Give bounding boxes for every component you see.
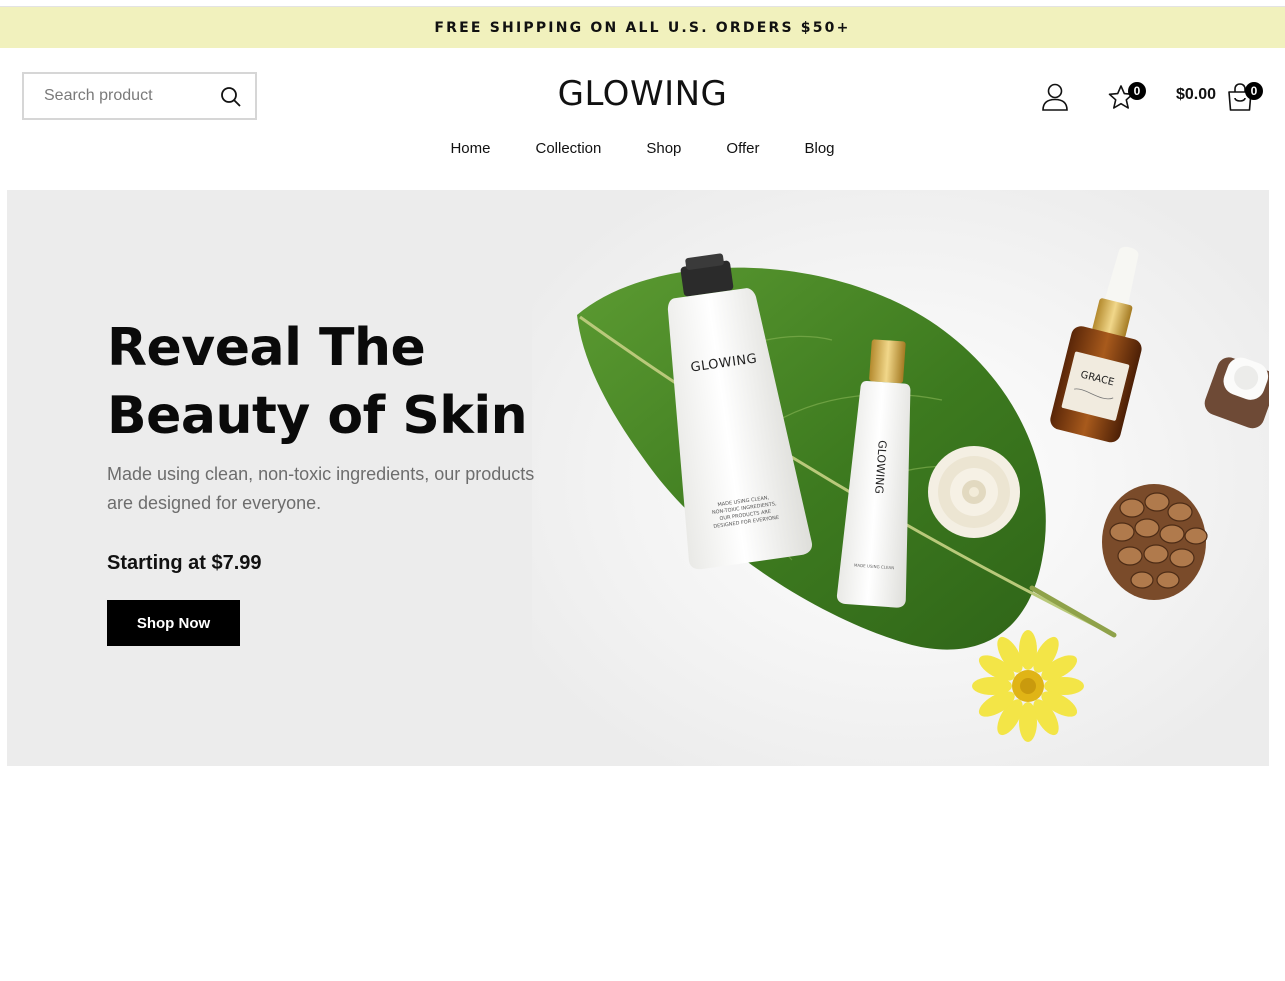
announcement-bar: FREE SHIPPING ON ALL U.S. ORDERS $50+: [0, 7, 1285, 48]
site-logo[interactable]: GLOWING: [558, 74, 728, 114]
hero-price: Starting at $7.99: [107, 552, 262, 574]
wishlist-count-badge: 0: [1128, 82, 1146, 100]
nav-item-blog[interactable]: Blog: [804, 140, 834, 157]
top-border: [0, 0, 1285, 7]
white-flower: [928, 446, 1020, 538]
search-input[interactable]: [24, 76, 204, 116]
cart-total[interactable]: $0.00: [1176, 86, 1216, 104]
announcement-text: FREE SHIPPING ON ALL U.S. ORDERS $50+: [434, 19, 851, 36]
hero-title-line-2: Beauty of Skin: [107, 386, 528, 446]
nav-item-collection[interactable]: Collection: [535, 140, 601, 157]
hero-subtitle: Made using clean, non-toxic ingredients,…: [107, 464, 535, 513]
main-nav: Home Collection Shop Offer Blog: [0, 140, 1285, 157]
shop-now-button[interactable]: Shop Now: [107, 600, 240, 646]
search-icon[interactable]: [219, 85, 243, 109]
nav-item-shop[interactable]: Shop: [646, 140, 681, 157]
hero-banner: GLOWING MADE USING CLEAN, NON-TOXIC INGR…: [7, 190, 1269, 766]
user-icon[interactable]: [1041, 82, 1069, 112]
nav-item-home[interactable]: Home: [450, 140, 490, 157]
hero-title: Reveal The Beauty of Skin: [107, 314, 567, 450]
search-form: [22, 72, 257, 120]
hero-product-image: GLOWING MADE USING CLEAN, NON-TOXIC INGR…: [532, 190, 1269, 766]
cart-count-badge: 0: [1245, 82, 1263, 100]
nav-item-offer[interactable]: Offer: [726, 140, 759, 157]
hero-title-line-1: Reveal The: [107, 318, 426, 378]
